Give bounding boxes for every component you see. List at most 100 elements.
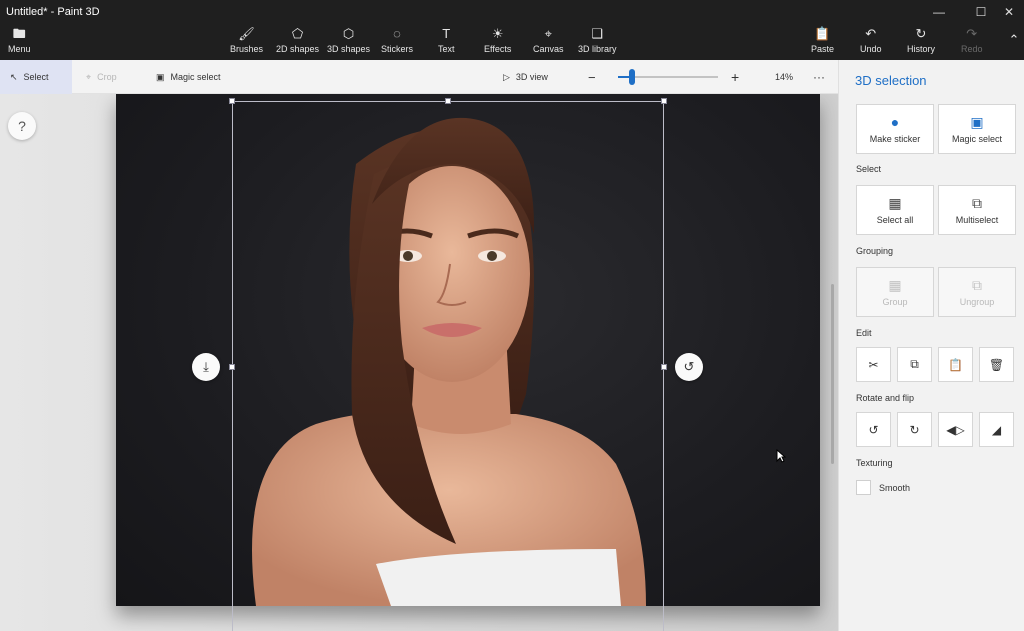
rotate-left-icon: ↺ [868,422,879,437]
minus-icon: − [588,69,596,85]
zoom-in-button[interactable]: + [731,60,739,94]
resize-handle-right[interactable] [661,364,667,370]
depth-icon: ⤓ [203,359,209,374]
rotate-icon: ↺ [683,359,695,374]
rotate-left-button[interactable]: ↺ [856,412,891,447]
panel-title: 3D selection [855,73,927,88]
zoom-level[interactable]: 14% [775,60,793,94]
clipboard-icon: 📋 [814,26,831,41]
canvas-tool[interactable]: ⌖ Canvas [533,26,564,58]
group-icon: ▦ [888,277,902,293]
text-icon: T [442,26,451,41]
history-button[interactable]: ↻ History [907,26,935,58]
2d-shapes-tool[interactable]: ⬠ 2D shapes [276,26,319,58]
sun-icon: ☀ [491,26,504,41]
sticker-icon: ◌ [393,26,401,41]
more-icon: ··· [813,70,825,84]
history-icon: ↻ [915,26,927,41]
flip-horizontal-icon: ◀▷ [946,422,965,437]
3d-view-toggle[interactable]: ▷ 3D view [503,60,548,94]
resize-handle-top[interactable] [445,98,451,104]
zoom-slider-thumb[interactable] [629,69,635,85]
scissors-icon: ✂ [868,357,879,372]
rotate-right-icon: ↻ [909,422,920,437]
grouping-section-label: Grouping [856,246,894,256]
ungroup-button[interactable]: ⧉ Ungroup [938,267,1016,317]
resize-handle-top-left[interactable] [229,98,235,104]
multiselect-button[interactable]: ⧉ Multiselect [938,185,1016,235]
rotate-flip-section-label: Rotate and flip [856,393,915,403]
3d-selection-panel: 3D selection ● Make sticker ▣ Magic sele… [838,60,1024,631]
vertical-scrollbar[interactable] [831,284,834,464]
folder-icon: 🖿 [12,26,26,41]
selection-box[interactable] [232,101,664,631]
trash-icon: 🗑 [988,357,1005,372]
multiselect-icon: ⧉ [972,195,982,211]
resize-handle-left[interactable] [229,364,235,370]
mouse-cursor-icon [776,449,786,463]
brushes-tool[interactable]: 🖌 Brushes [230,26,263,58]
flip-horizontal-button[interactable]: ◀▷ [938,412,973,447]
effects-tool[interactable]: ☀ Effects [484,26,511,58]
copy-icon: ⧉ [910,357,919,371]
tool-options-bar: ↖ Select ⌖ Crop ▣ Magic select ▷ 3D view… [0,60,838,94]
make-sticker-button[interactable]: ● Make sticker [856,104,934,154]
3d-library-tool[interactable]: ❑ 3D library [578,26,617,58]
paste-button[interactable]: 📋 Paste [811,26,834,58]
library-icon: ❑ [591,26,604,41]
crop-tool[interactable]: ⌖ Crop [86,60,117,94]
delete-button[interactable]: 🗑 [979,347,1014,382]
magic-select-button[interactable]: ▣ Magic select [938,104,1016,154]
3d-shapes-tool[interactable]: ⬡ 3D shapes [327,26,370,58]
undo-icon: ↶ [865,26,877,41]
help-button[interactable]: ? [8,112,36,140]
select-tool[interactable]: ↖ Select [0,60,72,94]
zoom-out-button[interactable]: − [588,60,596,94]
chevron-up-icon: ⌃ [1008,32,1020,47]
redo-icon: ↷ [966,26,978,41]
help-icon: ? [18,118,26,134]
smooth-checkbox[interactable] [856,480,871,495]
rotate-button[interactable]: ↺ [675,353,703,381]
menu-button[interactable]: 🖿 Menu [8,26,31,58]
redo-button[interactable]: ↷ Redo [961,26,983,58]
select-all-button[interactable]: ▦ Select all [856,185,934,235]
depth-button[interactable]: ⤓ [192,353,220,381]
minimize-button[interactable]: — [922,0,956,24]
sticker-icon: ● [890,114,900,130]
cursor-arrow-icon: ↖ [10,71,18,82]
text-tool[interactable]: T Text [438,26,455,58]
select-all-icon: ▦ [888,195,902,211]
resize-handle-top-right[interactable] [661,98,667,104]
ungroup-icon: ⧉ [972,277,982,293]
close-button[interactable]: ✕ [992,0,1024,24]
copy-button[interactable]: ⧉ [897,347,932,382]
window-title: Untitled* - Paint 3D [6,6,100,18]
select-section-label: Select [856,164,882,174]
cut-button[interactable]: ✂ [856,347,891,382]
magic-select-tool[interactable]: ▣ Magic select [156,60,221,94]
clipboard-icon: 📋 [948,357,963,372]
flip-vertical-icon: ◢ [991,422,1002,437]
plus-icon: + [731,69,740,85]
rotate-right-button[interactable]: ↻ [897,412,932,447]
zoom-slider[interactable] [618,69,718,85]
shapes-2d-icon: ⬠ [291,26,304,41]
ribbon: 🖿 Menu 🖌 Brushes ⬠ 2D shapes ⬡ 3D shapes… [0,24,1024,60]
texturing-section-label: Texturing [856,458,893,468]
cube-icon: ⬡ [342,26,355,41]
magic-select-icon: ▣ [156,71,165,82]
canvas-icon: ⌖ [544,26,552,41]
edit-section-label: Edit [856,328,872,338]
brush-icon: 🖌 [238,26,255,41]
smooth-label: Smooth [879,483,911,493]
workspace: ? ⤓ ↺ [0,94,838,631]
3d-view-icon: ▷ [503,71,510,82]
stickers-tool[interactable]: ◌ Stickers [381,26,413,58]
flip-vertical-button[interactable]: ◢ [979,412,1014,447]
group-button[interactable]: ▦ Group [856,267,934,317]
paste-panel-button[interactable]: 📋 [938,347,973,382]
undo-button[interactable]: ↶ Undo [860,26,882,58]
more-options-button[interactable]: ··· [813,60,825,94]
title-bar: Untitled* - Paint 3D — ☐ ✕ [0,0,1024,24]
